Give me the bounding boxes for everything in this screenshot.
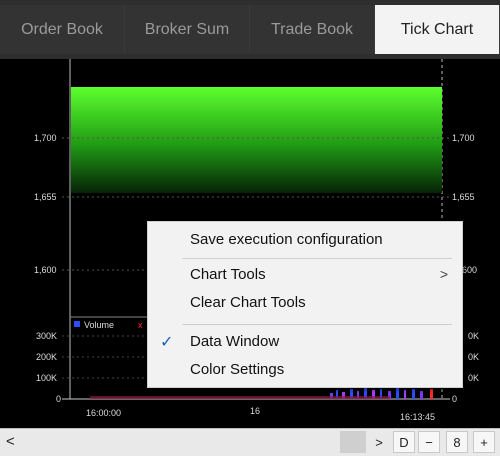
tab-bar: Order Book Broker Sum Trade Book Tick Ch…	[0, 0, 500, 59]
scroll-right-button[interactable]: >	[368, 431, 390, 453]
menu-item-label: Data Window	[190, 333, 280, 350]
price-label-left: 1,600	[34, 265, 57, 275]
menu-item-label: Color Settings	[190, 361, 285, 378]
tab-order-book[interactable]: Order Book	[0, 5, 125, 54]
period-button[interactable]: D	[393, 431, 415, 453]
volume-label-left: 0	[56, 394, 61, 404]
tab-broker-sum[interactable]: Broker Sum	[125, 5, 250, 54]
time-label: 16:13:45	[400, 412, 435, 422]
volume-legend-label: Volume	[84, 320, 114, 330]
chart-context-menu: Save execution configuration Chart Tools…	[147, 221, 463, 388]
volume-label-right: 0K	[468, 331, 479, 341]
scrollbar-thumb[interactable]	[340, 431, 366, 453]
menu-item-label: Save execution configuration	[190, 231, 383, 248]
menu-item-clear-chart-tools[interactable]: Clear Chart Tools	[148, 290, 464, 318]
volume-bars	[90, 388, 433, 399]
price-label-right: 1,655	[452, 192, 475, 202]
volume-label-right: 0K	[468, 352, 479, 362]
price-label-left: 1,700	[34, 133, 57, 143]
volume-legend-close-icon: x	[138, 320, 143, 330]
submenu-arrow-icon: >	[439, 266, 448, 282]
tick-chart-window: Order Book Broker Sum Trade Book Tick Ch…	[0, 0, 500, 456]
tab-trade-book[interactable]: Trade Book	[250, 5, 375, 54]
scroll-left-button[interactable]: <	[6, 433, 15, 450]
zoom-out-button[interactable]: −	[418, 431, 440, 453]
chart-scroll-toolbar: < > D − 8 +	[0, 428, 500, 456]
menu-item-label: Clear Chart Tools	[190, 294, 306, 311]
volume-label-right: 0K	[468, 373, 479, 383]
menu-item-save-execution-configuration[interactable]: Save execution configuration	[148, 227, 464, 255]
price-label-right: 1,700	[452, 133, 475, 143]
volume-label-right: 0	[452, 394, 457, 404]
volume-label-left: 100K	[36, 373, 57, 383]
zoom-in-button[interactable]: +	[473, 431, 495, 453]
price-label-left: 1,655	[34, 192, 57, 202]
menu-separator	[182, 258, 452, 259]
price-label-right: 600	[462, 265, 477, 275]
checkmark-icon: ✓	[160, 334, 174, 351]
menu-item-data-window[interactable]: ✓ Data Window	[148, 329, 464, 357]
bar-count-field[interactable]: 8	[446, 431, 468, 453]
volume-label-left: 300K	[36, 331, 57, 341]
time-label: 16	[250, 406, 260, 416]
volume-legend-swatch	[74, 321, 80, 327]
menu-item-label: Chart Tools	[190, 266, 266, 283]
menu-separator	[182, 324, 452, 325]
menu-item-chart-tools[interactable]: Chart Tools >	[148, 262, 464, 290]
tab-tick-chart[interactable]: Tick Chart	[375, 5, 500, 54]
time-label: 16:00:00	[86, 408, 121, 418]
menu-item-color-settings[interactable]: Color Settings	[148, 357, 464, 385]
price-area-fill	[71, 87, 442, 193]
volume-label-left: 200K	[36, 352, 57, 362]
